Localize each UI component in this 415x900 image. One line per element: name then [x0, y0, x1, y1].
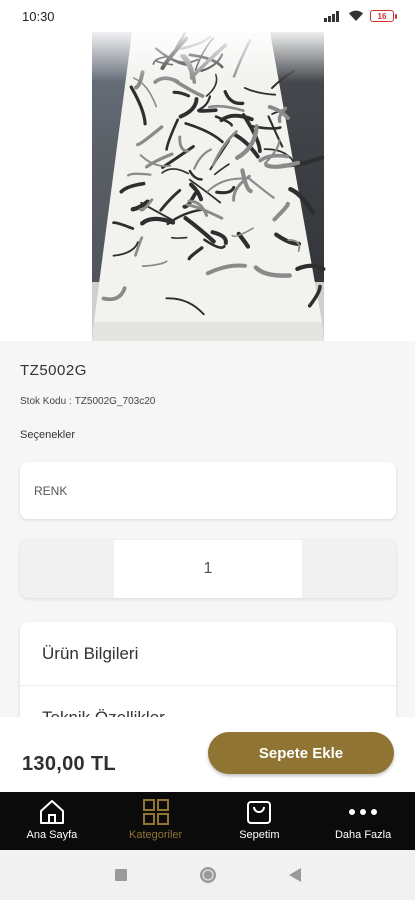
product-detail-screen: 10:30 16 TZ5002G Stok Kodu: TZ5002G_703…: [0, 0, 415, 900]
status-icons: 16: [324, 10, 397, 22]
shopping-bag-icon: [247, 801, 272, 824]
status-bar: 10:30 16: [0, 0, 415, 32]
home-icon: [39, 800, 64, 824]
decrease-quantity-button[interactable]: [20, 540, 114, 598]
color-select[interactable]: RENK: [20, 462, 396, 519]
fabric-leaf-motif: [171, 236, 188, 239]
color-select-placeholder: RENK: [34, 483, 68, 498]
fabric-leaf-motif: [197, 108, 218, 113]
options-heading: Seçenekler: [20, 429, 76, 441]
quantity-stepper[interactable]: 1: [20, 540, 396, 598]
system-navigation-bar: [0, 850, 415, 900]
tab-more[interactable]: Daha Fazla: [311, 792, 415, 850]
tab-more-label: Daha Fazla: [334, 829, 392, 841]
battery-icon: 16: [370, 10, 397, 22]
bottom-tab-bar: Ana Sayfa Kategoriler Sepetim Daha Fazla: [0, 792, 415, 850]
recents-icon[interactable]: [114, 868, 128, 882]
stock-code-value: TZ5002G_703c20: [74, 396, 156, 407]
add-to-cart-button[interactable]: Sepete Ekle: [208, 732, 394, 774]
tab-home[interactable]: Ana Sayfa: [0, 792, 104, 850]
battery-level: 16: [370, 10, 394, 22]
product-image[interactable]: [0, 32, 415, 341]
stock-code-label: Stok Kodu :: [20, 396, 72, 407]
home-circle-icon[interactable]: [198, 865, 218, 885]
product-title: TZ5002G: [20, 362, 87, 379]
product-price: 130,00 TL: [22, 753, 116, 775]
status-time: 10:30: [22, 8, 55, 24]
more-dots-icon: [349, 809, 378, 815]
tab-cart[interactable]: Sepetim: [208, 792, 312, 850]
signal-icon: [324, 11, 339, 22]
grid-icon: [142, 799, 169, 825]
stock-code-row: Stok Kodu : TZ5002G_703c20: [20, 396, 155, 407]
increase-quantity-button[interactable]: [302, 540, 396, 598]
tab-cart-label: Sepetim: [239, 829, 280, 841]
tab-categories[interactable]: Kategoriler: [104, 792, 208, 850]
wifi-icon: [349, 10, 363, 21]
quantity-value[interactable]: 1: [114, 540, 302, 598]
section-product-info[interactable]: Ürün Bilgileri: [20, 622, 396, 686]
tab-categories-label: Kategoriler: [129, 829, 183, 841]
back-icon[interactable]: [288, 867, 302, 883]
tab-home-label: Ana Sayfa: [26, 829, 78, 841]
add-to-cart-bar: 130,00 TL Sepete Ekle: [0, 717, 415, 792]
